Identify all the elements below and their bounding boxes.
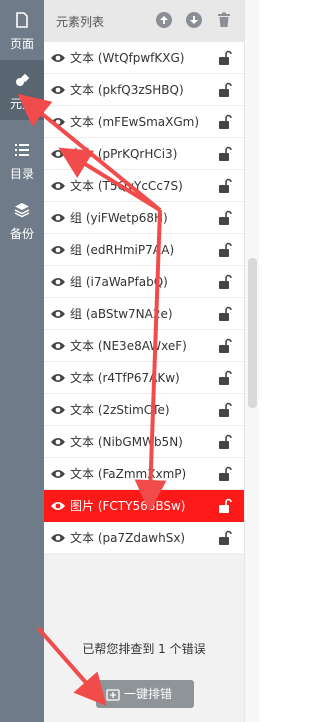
scrollbar-thumb[interactable] (248, 258, 257, 408)
sidebar-item-label: 目录 (9, 167, 34, 181)
page-icon (16, 12, 28, 28)
sidebar-item-catalog[interactable]: 目录 (0, 130, 44, 190)
backup-icon (14, 203, 30, 218)
element-label: 文本 (r4TfP67AKw) (70, 371, 180, 385)
unlock-icon[interactable] (218, 498, 232, 514)
list-item[interactable]: 组 (aBStw7NA2e) (44, 298, 244, 330)
list-item[interactable]: 文本 (T5QyYcCc7S) (44, 170, 244, 202)
eye-icon[interactable] (50, 212, 66, 224)
list-item[interactable]: 文本 (pkfQ3zSHBQ) (44, 74, 244, 106)
element-label: 文本 (WtQfpwfKXG) (70, 51, 185, 65)
element-label: 文本 (pkfQ3zSHBQ) (70, 83, 184, 97)
list-item[interactable]: 文本 (2zStimCTe) (44, 394, 244, 426)
eye-icon[interactable] (50, 468, 66, 480)
fix-icon (106, 689, 120, 701)
element-label: 组 (yiFWetp68H) (70, 211, 168, 225)
element-label: 文本 (mFEwSmaXGm) (70, 115, 200, 129)
fix-button-label: 一键排错 (124, 687, 173, 701)
element-label: 图片 (FCTY568BSw) (70, 499, 186, 513)
one-click-fix-button[interactable]: 一键排错 (96, 680, 194, 708)
move-up-icon[interactable] (156, 12, 172, 28)
panel-header: 元素列表 (44, 0, 244, 42)
eye-icon[interactable] (50, 148, 66, 160)
trash-icon[interactable] (216, 12, 232, 28)
eye-icon[interactable] (50, 308, 66, 320)
list-item[interactable]: 文本 (r4TfP67AKw) (44, 362, 244, 394)
eye-icon[interactable] (50, 276, 66, 288)
element-label: 文本 (pPrKQrHCi3) (70, 147, 178, 161)
unlock-icon[interactable] (218, 402, 232, 418)
unlock-icon[interactable] (218, 178, 232, 194)
scrollbar[interactable] (244, 0, 259, 722)
list-item[interactable]: 文本 (mFEwSmaXGm) (44, 106, 244, 138)
element-label: 文本 (T5QyYcCc7S) (70, 179, 183, 193)
unlock-icon[interactable] (218, 210, 232, 226)
unlock-icon[interactable] (218, 50, 232, 66)
panel-title: 元素列表 (56, 15, 105, 29)
list-item[interactable]: 组 (edRHmiP7AA) (44, 234, 244, 266)
unlock-icon[interactable] (218, 146, 232, 162)
eye-icon[interactable] (50, 404, 66, 416)
unlock-icon[interactable] (218, 466, 232, 482)
element-label: 组 (i7aWaPfabQ) (70, 275, 168, 289)
element-label: 组 (aBStw7NA2e) (70, 307, 173, 321)
eye-icon[interactable] (50, 340, 66, 352)
sidebar-item-backup[interactable]: 备份 (0, 190, 44, 250)
unlock-icon[interactable] (218, 530, 232, 546)
sidebar-item-label: 备份 (9, 227, 34, 241)
list-item[interactable]: 组 (yiFWetp68H) (44, 202, 244, 234)
eye-icon[interactable] (50, 244, 66, 256)
unlock-icon[interactable] (218, 82, 232, 98)
eye-icon[interactable] (50, 52, 66, 64)
unlock-icon[interactable] (218, 370, 232, 386)
element-label: 文本 (NE3e8AWxeF) (70, 339, 187, 353)
list-item[interactable]: 文本 (FaZmmXxmP) (44, 458, 244, 490)
unlock-icon[interactable] (218, 242, 232, 258)
sidebar-item-page[interactable]: 页面 (0, 0, 44, 60)
eye-icon[interactable] (50, 532, 66, 544)
eye-icon[interactable] (50, 84, 66, 96)
sidebar-item-label: 页面 (9, 37, 34, 51)
list-item[interactable]: 文本 (NibGMWb5N) (44, 426, 244, 458)
eye-icon[interactable] (50, 372, 66, 384)
unlock-icon[interactable] (218, 434, 232, 450)
sidebar-item-label: 元素 (9, 97, 34, 111)
list-icon (15, 144, 29, 156)
sidebar-item-elements[interactable]: 元素 (0, 60, 44, 120)
element-label: 组 (edRHmiP7AA) (70, 243, 175, 257)
element-list: 文本 (WtQfpwfKXG) 文本 (pkfQ3zSHBQ) 文本 (mFEwSm… (44, 42, 244, 554)
sidebar: 页面 元素 目录 备份 (0, 0, 44, 722)
element-label: 文本 (FaZmmXxmP) (70, 467, 187, 481)
unlock-icon[interactable] (218, 114, 232, 130)
error-summary: 已帮您排查到 1 个错误 (82, 642, 206, 656)
list-item[interactable]: 文本 (WtQfpwfKXG) (44, 42, 244, 74)
list-item[interactable]: 图片 (FCTY568BSw) (44, 490, 244, 522)
eye-icon[interactable] (50, 180, 66, 192)
element-label: 文本 (2zStimCTe) (70, 403, 170, 417)
eye-icon[interactable] (50, 116, 66, 128)
list-item[interactable]: 文本 (NE3e8AWxeF) (44, 330, 244, 362)
eye-icon[interactable] (50, 500, 66, 512)
unlock-icon[interactable] (218, 306, 232, 322)
eye-icon[interactable] (50, 436, 66, 448)
elements-panel: 元素列表 文本 (WtQfpwfKXG) 文本 (pkfQ3zSHBQ) 文本 (m… (44, 0, 244, 722)
element-label: 文本 (NibGMWb5N) (70, 435, 183, 449)
move-down-icon[interactable] (186, 12, 202, 28)
elements-icon (16, 73, 30, 86)
unlock-icon[interactable] (218, 338, 232, 354)
element-label: 文本 (pa7ZdawhSx) (70, 531, 186, 545)
unlock-icon[interactable] (218, 274, 232, 290)
list-item[interactable]: 组 (i7aWaPfabQ) (44, 266, 244, 298)
list-item[interactable]: 文本 (pa7ZdawhSx) (44, 522, 244, 554)
list-item[interactable]: 文本 (pPrKQrHCi3) (44, 138, 244, 170)
